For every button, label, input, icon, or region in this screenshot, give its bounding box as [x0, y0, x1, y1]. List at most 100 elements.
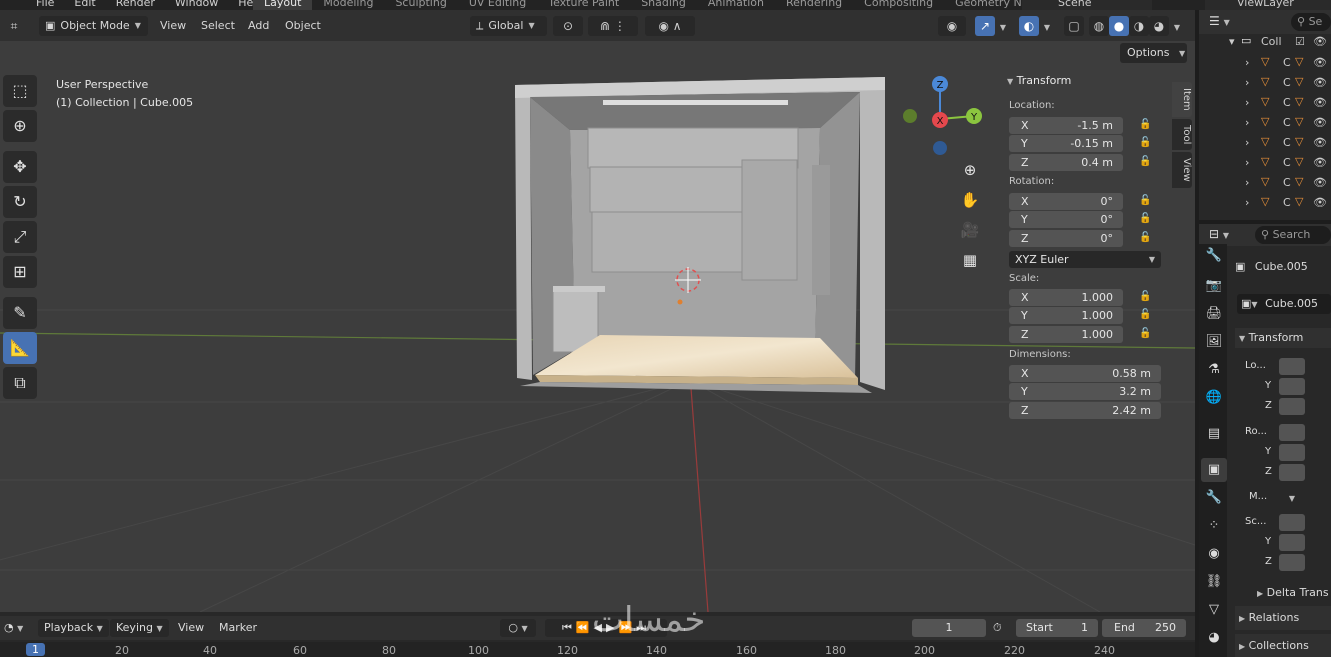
- record-icon[interactable]: ○ ▼: [500, 619, 536, 637]
- lock-icon[interactable]: 🔓: [1139, 195, 1153, 209]
- snap-icon[interactable]: ⋒ ⋮: [588, 16, 638, 36]
- menu-view[interactable]: View: [178, 619, 204, 637]
- menu-file[interactable]: File: [26, 0, 64, 10]
- eye-icon[interactable]: 👁: [1313, 136, 1327, 149]
- zoom-icon[interactable]: ⊕: [956, 156, 984, 184]
- lock-icon[interactable]: 🔓: [1139, 291, 1153, 305]
- data-icon[interactable]: ▽: [1201, 598, 1227, 622]
- overlays-icon[interactable]: ◐: [1019, 16, 1039, 36]
- rotation-z-field[interactable]: [1279, 464, 1305, 481]
- lock-icon[interactable]: 🔓: [1139, 232, 1153, 246]
- collections-header[interactable]: ▶ Collections: [1235, 634, 1331, 657]
- lock-icon[interactable]: 🔓: [1139, 137, 1153, 151]
- editor-type-icon[interactable]: ⌗: [4, 16, 24, 36]
- measure-icon[interactable]: 📐: [3, 332, 37, 364]
- render-icon[interactable]: 📷: [1201, 274, 1227, 298]
- frame-ruler[interactable]: 1 20 40 60 80 100 120 140 160 180 200 22…: [0, 642, 1195, 657]
- editor-type-icon[interactable]: ◔ ▼: [4, 619, 23, 637]
- tab-view[interactable]: View: [1172, 152, 1192, 188]
- orientation-dropdown[interactable]: ⟂ Global ▼: [470, 16, 547, 36]
- lock-icon[interactable]: 🔓: [1139, 156, 1153, 170]
- scale-y-field[interactable]: Y 1.000: [1009, 307, 1123, 324]
- lock-icon[interactable]: 🔓: [1139, 119, 1153, 133]
- menu-marker[interactable]: Marker: [219, 619, 257, 637]
- dimensions-x-field[interactable]: X 0.58 m: [1009, 365, 1161, 382]
- object-icon[interactable]: ▣: [1201, 458, 1227, 482]
- rotation-mode-dropdown[interactable]: ▼: [1279, 489, 1305, 506]
- location-y-field[interactable]: Y -0.15 m: [1009, 135, 1123, 152]
- outliner-object-row[interactable]: › ▽ C ▽ 👁: [1199, 173, 1331, 193]
- chevron-right-icon[interactable]: ›: [1245, 176, 1249, 189]
- location-x-field[interactable]: X -1.5 m: [1009, 117, 1123, 134]
- chevron-right-icon[interactable]: ›: [1245, 56, 1249, 69]
- rotation-x-field[interactable]: [1279, 424, 1305, 441]
- material-icon[interactable]: ◕: [1201, 626, 1227, 650]
- scene-icon[interactable]: ⚗: [1201, 358, 1227, 382]
- menu-render[interactable]: Render: [106, 0, 165, 10]
- rotate-icon[interactable]: ↻: [3, 186, 37, 218]
- end-frame-field[interactable]: End 250: [1102, 619, 1186, 637]
- tab-rendering[interactable]: Rendering: [775, 0, 853, 10]
- chevron-right-icon[interactable]: ›: [1245, 136, 1249, 149]
- pivot-point-icon[interactable]: ⊙: [553, 16, 583, 36]
- playback-menu[interactable]: Playback ▼: [38, 619, 109, 637]
- tab-texture-paint[interactable]: Texture Paint: [537, 0, 630, 10]
- perspective-toggle-icon[interactable]: ▦: [956, 246, 984, 274]
- editor-type-icon[interactable]: ☰ ▼: [1209, 14, 1230, 28]
- outliner-object-row[interactable]: › ▽ C ▽ 👁: [1199, 53, 1331, 73]
- tool-icon[interactable]: 🔧: [1201, 244, 1227, 268]
- location-y-field[interactable]: [1279, 378, 1305, 395]
- proportional-edit-icon[interactable]: ◉ ∧: [645, 16, 695, 36]
- material-shading-icon[interactable]: ◑: [1129, 16, 1149, 36]
- tab-item[interactable]: Item: [1172, 82, 1192, 117]
- outliner-object-row[interactable]: › ▽ C ▽ 👁: [1199, 73, 1331, 93]
- chevron-right-icon[interactable]: ›: [1245, 156, 1249, 169]
- start-frame-field[interactable]: Start 1: [1016, 619, 1098, 637]
- menu-window[interactable]: Window: [165, 0, 228, 10]
- rotation-mode-dropdown[interactable]: XYZ Euler ▼: [1009, 251, 1161, 268]
- scale-icon[interactable]: ⤢: [3, 221, 37, 253]
- outliner-object-row[interactable]: › ▽ C ▽ 👁: [1199, 193, 1331, 213]
- eye-icon[interactable]: 👁: [1313, 176, 1327, 189]
- chevron-down-icon[interactable]: ▼: [996, 16, 1010, 36]
- eye-icon[interactable]: 👁: [1313, 35, 1327, 48]
- chevron-down-icon[interactable]: ▼: [1170, 16, 1184, 36]
- 3d-viewport[interactable]: ⌗ ▣ Object Mode ▼ View Select Add Object…: [0, 10, 1195, 612]
- properties-search[interactable]: ⚲ Search: [1255, 226, 1331, 244]
- xray-icon[interactable]: ▢: [1064, 16, 1084, 36]
- chevron-right-icon[interactable]: ›: [1245, 76, 1249, 89]
- options-dropdown[interactable]: Options ▼: [1120, 43, 1187, 63]
- location-z-field[interactable]: Z 0.4 m: [1009, 154, 1123, 171]
- tab-layout[interactable]: Layout: [253, 0, 313, 10]
- outliner-object-row[interactable]: › ▽ C ▽ 👁: [1199, 153, 1331, 173]
- editor-type-icon[interactable]: ⊟ ▼: [1209, 227, 1229, 241]
- chevron-right-icon[interactable]: ›: [1245, 96, 1249, 109]
- view-layer-selector[interactable]: ViewLayer: [1205, 0, 1331, 10]
- add-cube-icon[interactable]: ⧉: [3, 367, 37, 399]
- cursor-icon[interactable]: ⊕: [3, 110, 37, 142]
- lock-icon[interactable]: 🔓: [1139, 328, 1153, 342]
- tab-sculpting[interactable]: Sculpting: [384, 0, 457, 10]
- constraints-icon[interactable]: ⛓: [1201, 570, 1227, 594]
- annotate-icon[interactable]: ✎: [3, 297, 37, 329]
- rotation-y-field[interactable]: [1279, 444, 1305, 461]
- checkbox-icon[interactable]: ☑: [1295, 35, 1305, 48]
- object-name-field[interactable]: ▣▼ Cube.005: [1237, 294, 1331, 314]
- menu-edit[interactable]: Edit: [64, 0, 105, 10]
- navigation-gizmo[interactable]: Z Y X: [900, 74, 990, 164]
- select-box-icon[interactable]: ⬚: [3, 75, 37, 107]
- tab-compositing[interactable]: Compositing: [853, 0, 944, 10]
- visibility-icon[interactable]: ◉: [938, 16, 966, 36]
- dimensions-z-field[interactable]: Z 2.42 m: [1009, 402, 1161, 419]
- chevron-right-icon[interactable]: ›: [1245, 116, 1249, 129]
- chevron-right-icon[interactable]: ›: [1245, 196, 1249, 209]
- tab-modeling[interactable]: Modeling: [312, 0, 384, 10]
- scale-y-field[interactable]: [1279, 534, 1305, 551]
- outliner-object-row[interactable]: › ▽ C ▽ 👁: [1199, 93, 1331, 113]
- particles-icon[interactable]: ⁘: [1201, 514, 1227, 538]
- transform-panel-header[interactable]: ▼ Transform: [1235, 328, 1331, 348]
- rotation-y-field[interactable]: Y 0°: [1009, 211, 1123, 228]
- mode-dropdown[interactable]: ▣ Object Mode ▼: [39, 16, 148, 36]
- tab-shading[interactable]: Shading: [630, 0, 697, 10]
- move-icon[interactable]: ✥: [3, 151, 37, 183]
